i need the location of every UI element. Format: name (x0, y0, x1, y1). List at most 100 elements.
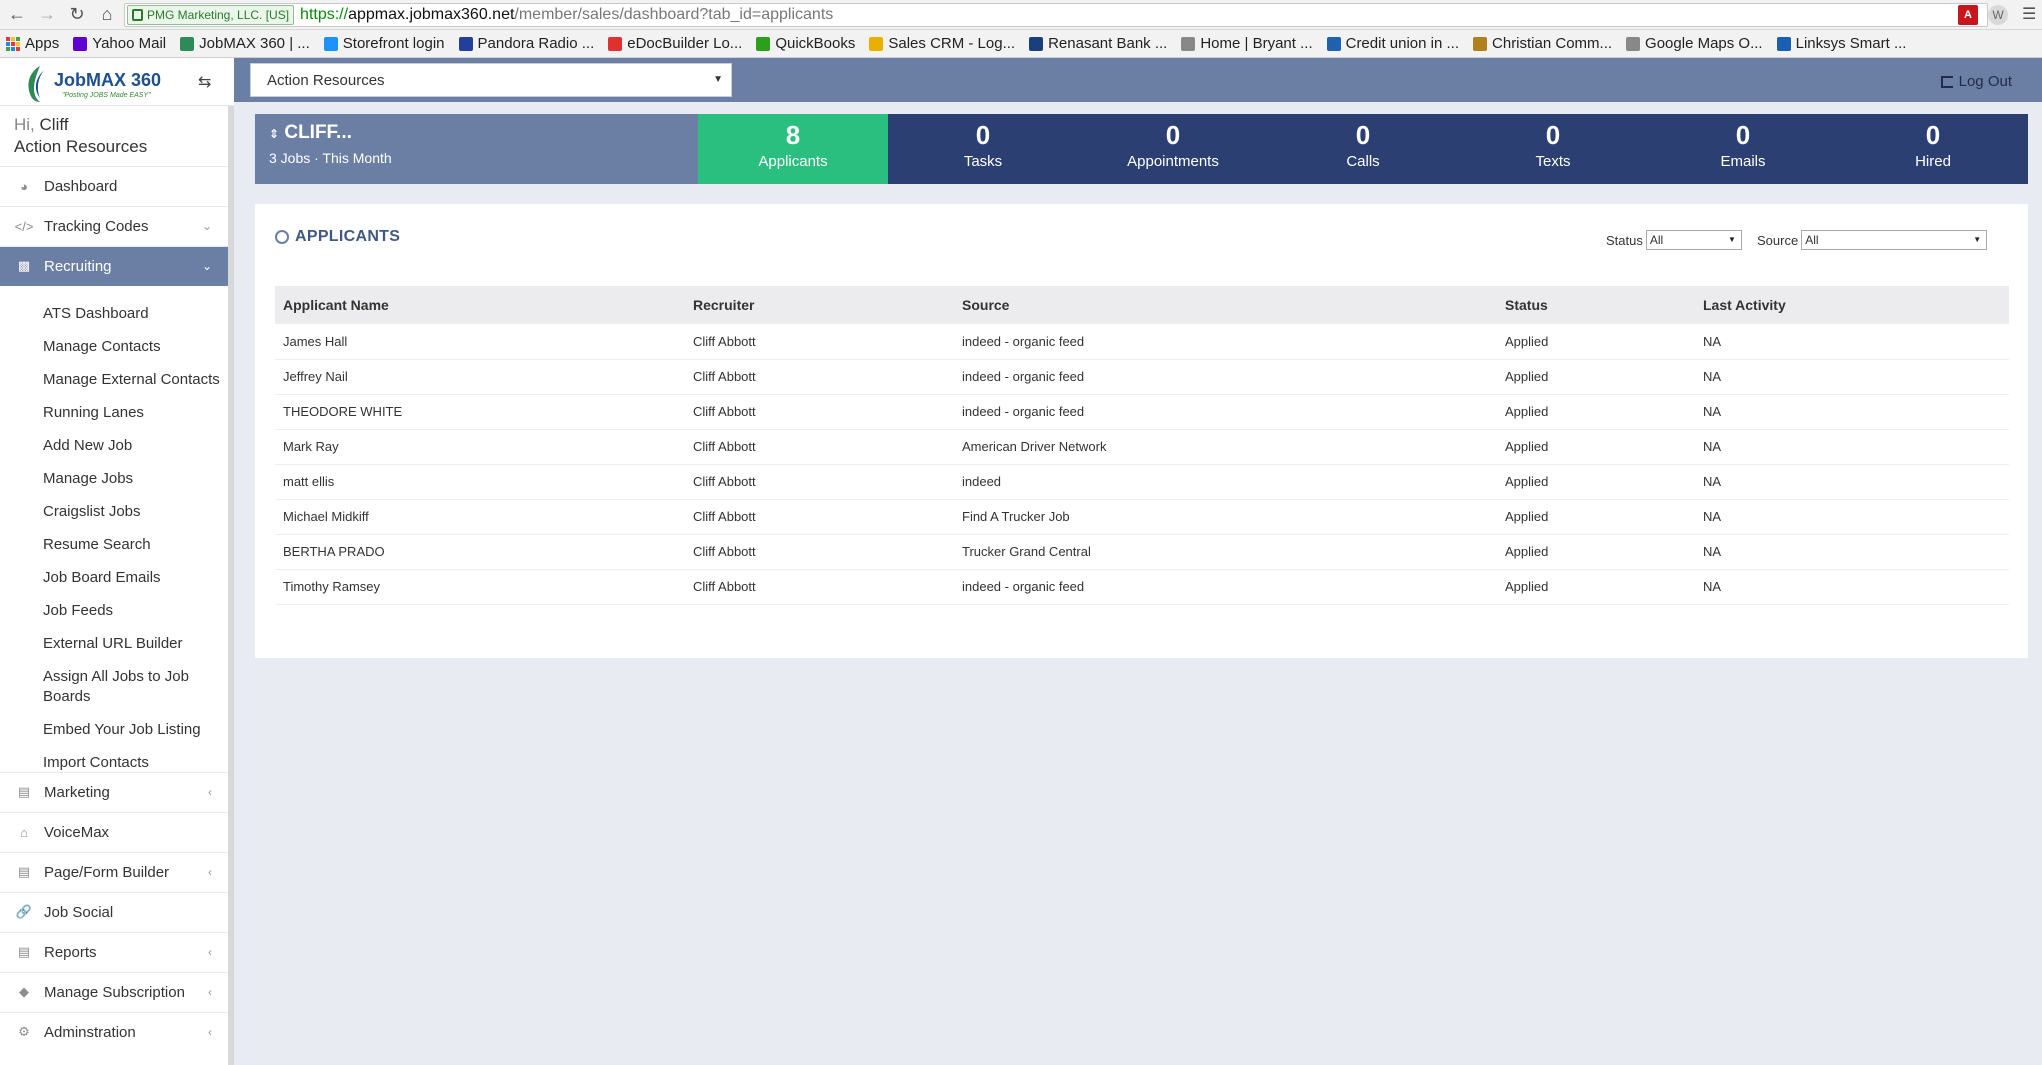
browser-menu-icon[interactable]: ☰ (2022, 4, 2036, 24)
sidebar-item-label: VoiceMax (44, 823, 110, 841)
company-select[interactable]: Action Resources ▼ (250, 63, 732, 97)
swap-arrows-icon[interactable]: ⇆ (198, 72, 211, 92)
sidebar-subitem-import-contacts[interactable]: Import Contacts (43, 753, 223, 773)
stat-texts[interactable]: 0 Texts (1458, 114, 1648, 184)
sidebar-item-page-form-builder[interactable]: ▤ Page/Form Builder ‹ (0, 852, 228, 892)
bookmark-item[interactable]: Credit union in ... (1326, 35, 1459, 52)
table-cell: Cliff Abbott (685, 464, 954, 500)
yahoo-icon (73, 36, 88, 51)
lock-icon (132, 9, 143, 21)
sidebar-item-job-social[interactable]: 🔗 Job Social (0, 892, 228, 932)
source-select[interactable]: All ▼ (1801, 230, 1988, 250)
sidebar-subitem-job-feeds[interactable]: Job Feeds (43, 601, 223, 621)
column-header[interactable]: Recruiter (685, 286, 954, 324)
applicant-name-cell[interactable]: James Hall (275, 324, 685, 360)
sidebar-subitem-assign-all-jobs-to-job-boards[interactable]: Assign All Jobs to Job Boards (43, 667, 223, 707)
sidebar-item-marketing[interactable]: ▤ Marketing ‹ (0, 772, 228, 812)
bookmark-item[interactable]: Home | Bryant ... (1181, 35, 1313, 52)
source-select-value: All (1805, 233, 1819, 247)
recruiter-summary[interactable]: ⇕ CLIFF... 3 Jobs · This Month (255, 114, 698, 184)
table-cell: indeed - organic feed (954, 324, 1497, 360)
back-arrow-icon[interactable]: ← (4, 2, 30, 28)
bookmark-item[interactable]: Apps (6, 35, 59, 52)
forward-arrow-icon[interactable]: → (34, 2, 60, 28)
stat-appointments[interactable]: 0 Appointments (1078, 114, 1268, 184)
applicant-name-cell[interactable]: Mark Ray (275, 429, 685, 465)
table-row[interactable]: Jeffrey Nail Cliff Abbott indeed - organic… (275, 359, 2009, 395)
stat-value: 0 (1735, 120, 1751, 150)
applicant-name-cell[interactable]: THEODORE WHITE (275, 394, 685, 430)
applicant-name-cell[interactable]: Timothy Ramsey (275, 569, 685, 605)
applicant-name-cell[interactable]: Jeffrey Nail (275, 359, 685, 395)
sidebar-subitem-embed-your-job-listing[interactable]: Embed Your Job Listing (43, 720, 223, 740)
table-cell: indeed (954, 464, 1497, 500)
sidebar-divider (0, 892, 228, 893)
table-row[interactable]: BERTHA PRADO Cliff Abbott Trucker Grand Ce… (275, 534, 2009, 570)
sidebar-subitem-craigslist-jobs[interactable]: Craigslist Jobs (43, 502, 223, 522)
app-logo-area[interactable]: JobMAX 360 "Posting JOBS Made EASY" ⇆ (0, 58, 234, 106)
bookmark-item[interactable]: Renasant Bank ... (1029, 35, 1167, 52)
sidebar-item-reports[interactable]: ▤ Reports ‹ (0, 932, 228, 972)
bookmark-item[interactable]: Pandora Radio ... (458, 35, 594, 52)
sidebar-subitem-external-url-builder[interactable]: External URL Builder (43, 634, 223, 654)
logout-link[interactable]: Log Out (1940, 73, 2012, 90)
stats-bar-filler (1978, 114, 2028, 184)
logo-tagline: "Posting JOBS Made EASY" (62, 92, 151, 99)
stat-applicants[interactable]: 8 Applicants (698, 114, 888, 184)
stat-tasks[interactable]: 0 Tasks (888, 114, 1078, 184)
sidebar-item-voicemax[interactable]: ⌂ VoiceMax (0, 812, 228, 852)
bookmark-item[interactable]: Linksys Smart ... (1776, 35, 1906, 52)
edoc-icon (608, 36, 623, 51)
status-select[interactable]: All ▼ (1645, 230, 1742, 250)
sidebar-scrollbar[interactable] (228, 106, 234, 1065)
pdf-extension-icon[interactable]: A (1958, 5, 1978, 25)
reload-icon[interactable]: ↻ (64, 2, 90, 28)
table-row[interactable]: Timothy Ramsey Cliff Abbott indeed - organ… (275, 569, 2009, 605)
bookmark-item[interactable]: Sales CRM - Log... (869, 35, 1015, 52)
caret-down-icon: ▼ (1727, 235, 1736, 244)
bookmark-item[interactable]: QuickBooks (756, 35, 855, 52)
table-row[interactable]: Michael Midkiff Cliff Abbott Find A Trucke… (275, 499, 2009, 535)
sidebar-item-tracking-codes[interactable]: </> Tracking Codes ⌄ (0, 206, 228, 246)
sidebar-item-adminstration[interactable]: ⚙ Adminstration ‹ (0, 1012, 228, 1052)
column-header[interactable]: Last Activity (1695, 286, 2009, 324)
sidebar-subitem-running-lanes[interactable]: Running Lanes (43, 403, 223, 423)
sidebar-subitem-manage-contacts[interactable]: Manage Contacts (43, 337, 223, 357)
applicant-name-cell[interactable]: matt ellis (275, 464, 685, 500)
url-bar[interactable]: PMG Marketing, LLC. [US] https://appmax.… (124, 3, 1988, 27)
stat-emails[interactable]: 0 Emails (1648, 114, 1838, 184)
column-header[interactable]: Status (1497, 286, 1695, 324)
sidebar-subitem-resume-search[interactable]: Resume Search (43, 535, 223, 555)
sidebar-subitem-job-board-emails[interactable]: Job Board Emails (43, 568, 223, 588)
table-row[interactable]: James Hall Cliff Abbott indeed - organic f… (275, 324, 2009, 360)
status-select-value: All (1649, 233, 1664, 247)
greeting-hi: Hi, (14, 115, 35, 134)
home-icon[interactable]: ⌂ (94, 2, 120, 28)
sidebar-subitem-add-new-job[interactable]: Add New Job (43, 436, 223, 456)
applicant-name-cell[interactable]: Michael Midkiff (275, 499, 685, 535)
table-row[interactable]: THEODORE WHITE Cliff Abbott indeed - organ… (275, 394, 2009, 430)
bookmark-item[interactable]: eDocBuilder Lo... (608, 35, 742, 52)
sidebar: Hi, Cliff Action Resources ◕ Dashboard </>… (0, 106, 234, 1065)
sidebar-divider (0, 166, 228, 167)
ev-certificate-badge[interactable]: PMG Marketing, LLC. [US] (127, 5, 295, 25)
sidebar-item-recruiting[interactable]: ▩ Recruiting ⌄ (0, 246, 228, 286)
sidebar-subitem-manage-jobs[interactable]: Manage Jobs (43, 469, 223, 489)
sidebar-item-dashboard[interactable]: ◕ Dashboard (0, 166, 228, 206)
stat-calls[interactable]: 0 Calls (1268, 114, 1458, 184)
sidebar-item-manage-subscription[interactable]: ◆ Manage Subscription ‹ (0, 972, 228, 1012)
bookmark-item[interactable]: JobMAX 360 | ... (180, 35, 310, 52)
column-header[interactable]: Applicant Name (275, 286, 685, 324)
bookmark-item[interactable]: Christian Comm... (1473, 35, 1612, 52)
sidebar-divider (0, 972, 228, 973)
bookmark-item[interactable]: Google Maps O... (1626, 35, 1763, 52)
table-row[interactable]: Mark Ray Cliff Abbott American Driver Netw… (275, 429, 2009, 465)
bookmark-item[interactable]: Storefront login (323, 35, 445, 52)
bookmark-item[interactable]: Yahoo Mail (73, 35, 166, 52)
sidebar-subitem-ats-dashboard[interactable]: ATS Dashboard (43, 304, 223, 324)
sidebar-subitem-manage-external-contacts[interactable]: Manage External Contacts (43, 370, 223, 390)
table-row[interactable]: matt ellis Cliff Abbott indeed Applied NA (275, 464, 2009, 500)
column-header[interactable]: Source (954, 286, 1497, 324)
applicant-name-cell[interactable]: BERTHA PRADO (275, 534, 685, 570)
profile-extension-icon[interactable]: W (1988, 5, 2008, 25)
